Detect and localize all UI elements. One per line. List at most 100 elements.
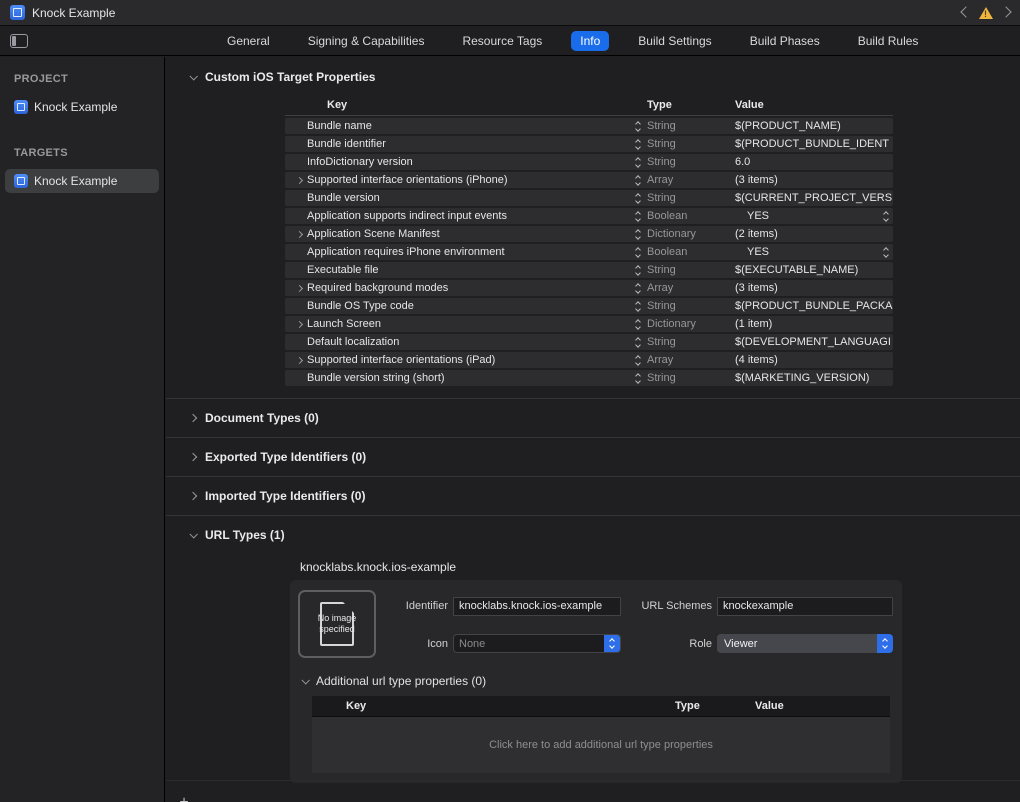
stepper-icon[interactable] [636,230,640,239]
table-row[interactable]: Default localization String $(DEVELOPMEN… [285,334,893,350]
icon-label: Icon [386,638,448,650]
table-row[interactable]: Bundle identifier String $(PRODUCT_BUNDL… [285,136,893,152]
property-value: (3 items) [735,174,778,186]
disclosure-icon[interactable] [292,358,307,363]
stepper-icon[interactable] [636,356,640,365]
icon-dropdown[interactable]: None [453,634,621,653]
add-properties-hint: Click here to add additional url type pr… [489,739,713,751]
stepper-icon[interactable] [636,266,640,275]
chevron-right-icon [189,414,197,422]
stepper-icon[interactable] [636,374,640,383]
disclosure-icon[interactable] [292,178,307,183]
table-row[interactable]: Bundle version String $(CURRENT_PROJECT_… [285,190,893,206]
disclosure-icon[interactable] [292,232,307,237]
tab-build-phases[interactable]: Build Phases [741,31,829,51]
property-value: $(MARKETING_VERSION) [735,372,869,384]
back-button[interactable] [962,7,970,19]
property-type: String [647,138,735,150]
stepper-icon[interactable] [636,248,640,257]
property-value: YES [735,246,769,258]
section-document-types[interactable]: Document Types (0) [166,398,1020,437]
add-url-type-button[interactable]: + [174,795,194,802]
section-additional-url-type-properties[interactable]: Additional url type properties (0) [302,674,896,688]
stepper-icon[interactable] [636,212,640,221]
table-row[interactable]: Application Scene Manifest Dictionary (2… [285,226,893,242]
column-header-value: Value [755,700,890,712]
section-custom-ios-target-properties[interactable]: Custom iOS Target Properties [190,70,1020,84]
popup-stepper-icon[interactable] [884,212,888,221]
stepper-icon[interactable] [636,158,640,167]
icon-image-well[interactable]: No image specified [298,590,376,658]
popup-stepper-icon[interactable] [884,248,888,257]
table-row[interactable]: Application supports indirect input even… [285,208,893,224]
forward-button[interactable] [1002,7,1010,19]
stepper-icon[interactable] [636,320,640,329]
section-url-types[interactable]: URL Types (1) [166,515,1020,554]
table-row[interactable]: Bundle version string (short) String $(M… [285,370,893,386]
tab-info[interactable]: Info [571,31,609,51]
table-row[interactable]: Supported interface orientations (iPhone… [285,172,893,188]
property-type: String [647,372,735,384]
warning-triangle-icon[interactable] [979,7,993,19]
xcode-target-icon [14,174,28,188]
stepper-icon[interactable] [636,284,640,293]
stepper-icon[interactable] [636,194,640,203]
table-row[interactable]: Supported interface orientations (iPad) … [285,352,893,368]
sidebar-item-target-knock-example[interactable]: Knock Example [5,169,159,193]
sidebar-item-project-knock-example[interactable]: Knock Example [5,95,159,119]
chevron-down-icon [301,676,309,684]
chevron-right-icon [1000,6,1011,17]
properties-table-header: Key Type Value [285,94,893,116]
stepper-icon[interactable] [636,338,640,347]
stepper-icon[interactable] [636,122,640,131]
url-type-entry-name[interactable]: knocklabs.knock.ios-example [300,560,1020,574]
property-type: String [647,156,735,168]
table-row[interactable]: Bundle OS Type code String $(PRODUCT_BUN… [285,298,893,314]
property-type: String [647,192,735,204]
role-dropdown[interactable]: Viewer [717,634,893,653]
tab-resource-tags[interactable]: Resource Tags [453,31,551,51]
image-placeholder-text: No image specified [300,592,374,656]
section-imported-type-identifiers[interactable]: Imported Type Identifiers (0) [166,476,1020,515]
sidebar-section-project: PROJECT [0,73,164,95]
sidebar-item-label: Knock Example [34,174,117,188]
editor-pane: Custom iOS Target Properties Key Type Va… [166,57,1020,802]
property-type: Array [647,282,735,294]
property-key: Application requires iPhone environment [307,246,636,258]
disclosure-icon[interactable] [292,286,307,291]
property-key: Bundle name [307,120,636,132]
stepper-icon[interactable] [636,302,640,311]
identifier-field[interactable] [453,597,621,616]
table-row[interactable]: Application requires iPhone environment … [285,244,893,260]
tab-signing-capabilities[interactable]: Signing & Capabilities [299,31,434,51]
property-value: YES [735,210,769,222]
table-row[interactable]: Bundle name String $(PRODUCT_NAME) [285,118,893,134]
stepper-icon[interactable] [636,176,640,185]
tab-general[interactable]: General [218,31,279,51]
section-exported-type-identifiers[interactable]: Exported Type Identifiers (0) [166,437,1020,476]
window-title: Knock Example [32,6,115,20]
role-dropdown-value: Viewer [717,638,877,650]
additional-table-empty-area[interactable]: Click here to add additional url type pr… [312,717,890,773]
stepper-icon[interactable] [636,140,640,149]
url-schemes-field[interactable] [717,597,893,616]
table-row[interactable]: InfoDictionary version String 6.0 [285,154,893,170]
section-title: Exported Type Identifiers (0) [205,450,366,464]
table-row[interactable]: Launch Screen Dictionary (1 item) [285,316,893,332]
chevron-left-icon [960,6,971,17]
table-row[interactable]: Required background modes Array (3 items… [285,280,893,296]
tab-build-settings[interactable]: Build Settings [629,31,720,51]
sidebar-toggle-icon[interactable] [10,34,28,48]
icon-dropdown-value: None [454,638,604,650]
property-key: Supported interface orientations (iPhone… [307,174,636,186]
table-row[interactable]: Executable file String $(EXECUTABLE_NAME… [285,262,893,278]
property-key: Bundle version string (short) [307,372,636,384]
xcode-project-icon [10,5,25,20]
property-value: $(PRODUCT_BUNDLE_PACKA [735,300,893,312]
xcode-project-icon [14,100,28,114]
property-type: Dictionary [647,318,735,330]
tab-build-rules[interactable]: Build Rules [849,31,928,51]
chevron-up-down-icon [877,634,893,653]
disclosure-icon[interactable] [292,322,307,327]
properties-table: Key Type Value Bundle name String $(PROD… [285,94,893,386]
